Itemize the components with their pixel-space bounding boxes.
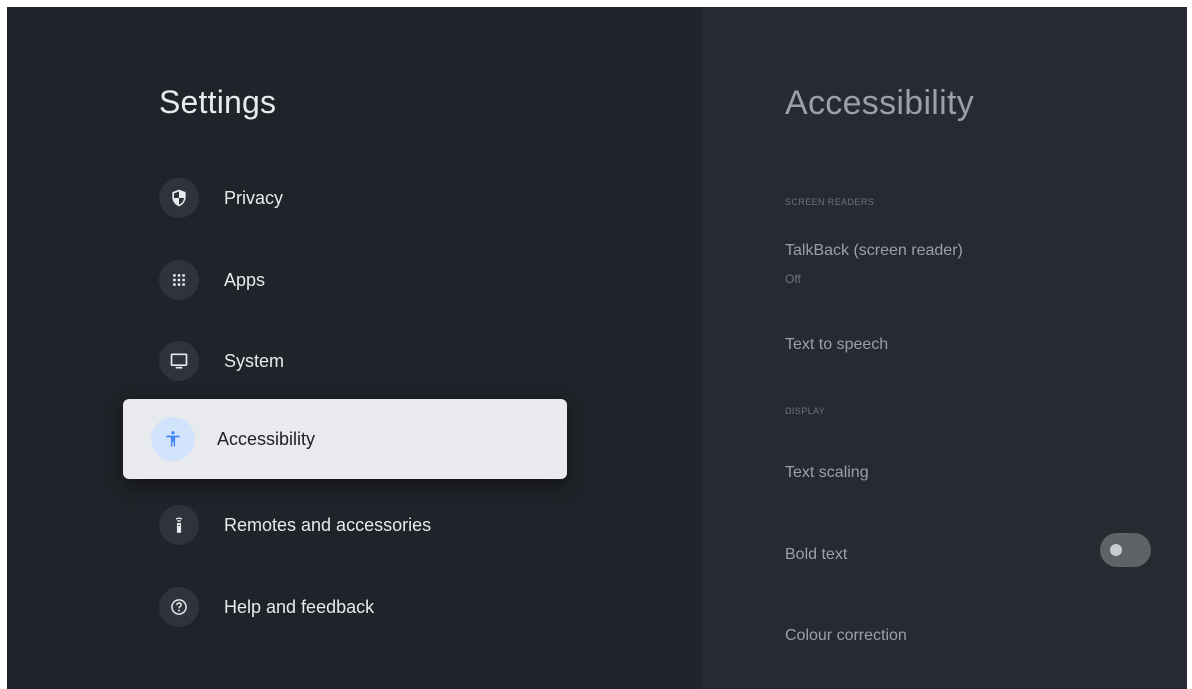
menu-item-system[interactable]: System bbox=[159, 336, 579, 386]
bold-text-toggle[interactable] bbox=[1100, 533, 1151, 567]
menu-item-label: Apps bbox=[224, 269, 266, 290]
page-title: Settings bbox=[159, 84, 277, 120]
menu-item-accessibility[interactable]: Accessibility bbox=[123, 399, 567, 479]
help-icon bbox=[159, 587, 199, 627]
colour-correction-label: Colour correction bbox=[785, 627, 907, 644]
remote-icon bbox=[159, 505, 199, 545]
accessibility-icon bbox=[151, 417, 195, 461]
talkback-item[interactable]: TalkBack (screen reader) Off bbox=[785, 242, 1155, 286]
shield-icon bbox=[159, 178, 199, 218]
text-to-speech-item[interactable]: Text to speech bbox=[785, 336, 1155, 354]
text-scaling-item[interactable]: Text scaling bbox=[785, 464, 1155, 482]
menu-item-label: Help and feedback bbox=[224, 596, 375, 617]
talkback-label: TalkBack (screen reader) bbox=[785, 242, 963, 259]
apps-grid-icon bbox=[159, 260, 199, 300]
menu-item-label: Accessibility bbox=[217, 428, 316, 449]
section-header-display: DISPLAY bbox=[785, 406, 826, 416]
menu-item-label: System bbox=[224, 350, 285, 371]
toggle-knob bbox=[1110, 544, 1122, 556]
talkback-status: Off bbox=[785, 272, 801, 286]
menu-item-remotes[interactable]: Remotes and accessories bbox=[159, 500, 579, 550]
menu-item-label: Privacy bbox=[224, 187, 284, 208]
monitor-icon bbox=[159, 341, 199, 381]
colour-correction-item[interactable]: Colour correction bbox=[785, 627, 1155, 645]
menu-item-label: Remotes and accessories bbox=[224, 514, 432, 535]
text-scaling-label: Text scaling bbox=[785, 464, 869, 481]
section-header-screen-readers: SCREEN READERS bbox=[785, 197, 875, 207]
menu-item-help[interactable]: Help and feedback bbox=[159, 582, 579, 632]
menu-item-apps[interactable]: Apps bbox=[159, 255, 579, 305]
menu-item-privacy[interactable]: Privacy bbox=[159, 173, 579, 223]
text-to-speech-label: Text to speech bbox=[785, 336, 889, 353]
detail-title: Accessibility bbox=[785, 84, 975, 122]
